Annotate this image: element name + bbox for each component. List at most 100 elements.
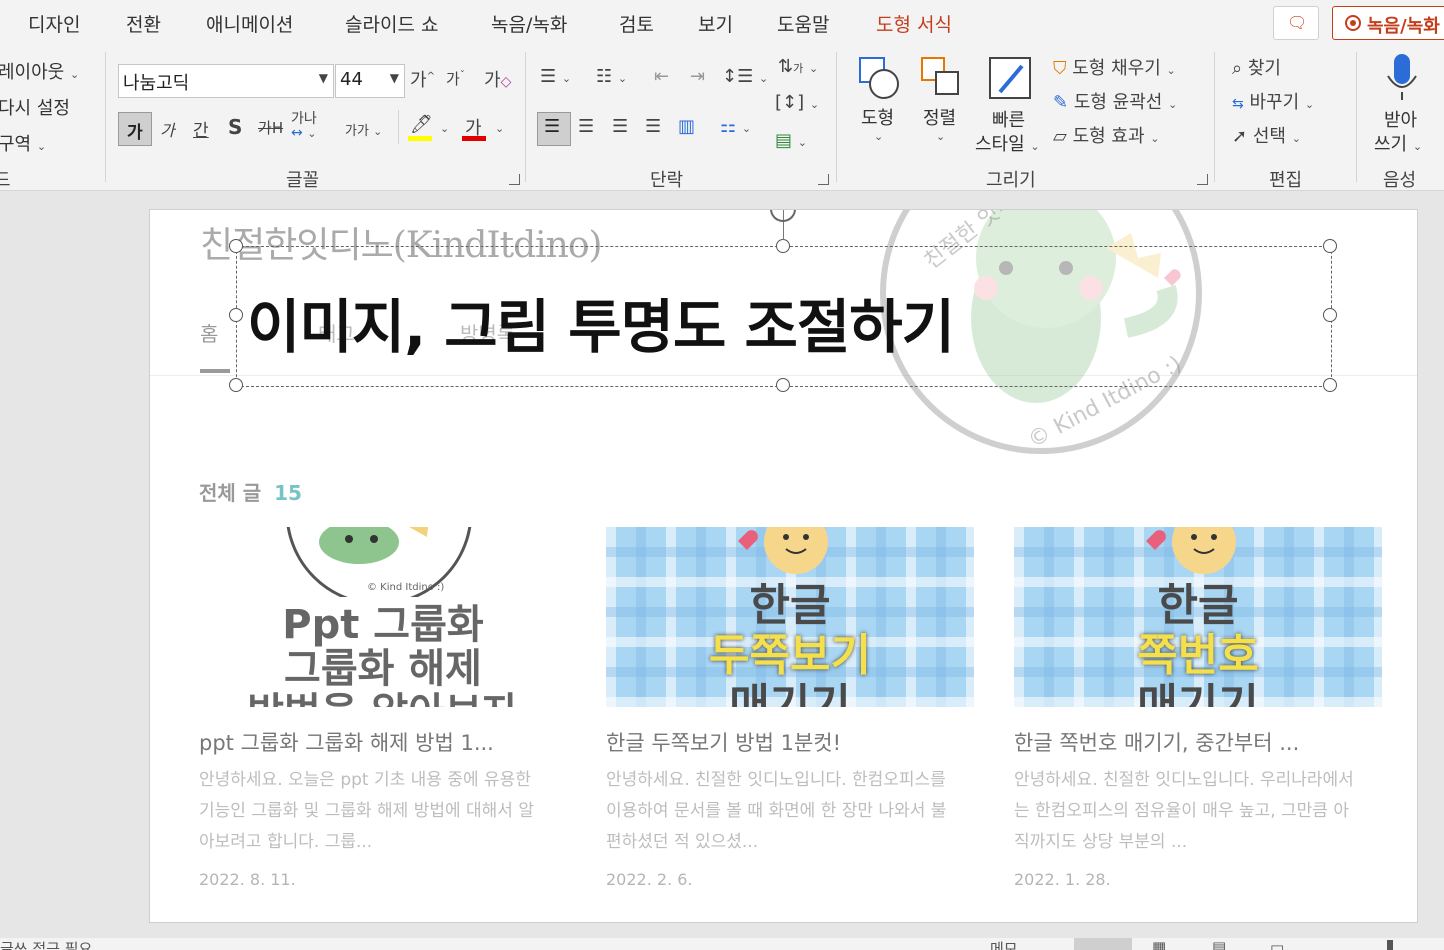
tab-slideshow[interactable]: 슬라이드 쇼 bbox=[345, 10, 438, 37]
font-size-combo[interactable]: 44 ▼ bbox=[335, 64, 405, 98]
numbering-button[interactable]: ☷ ⌄ bbox=[596, 66, 627, 87]
layout-button[interactable]: 레이아웃 ⌄ bbox=[0, 58, 79, 84]
notes-button[interactable]: 메모 bbox=[990, 938, 1018, 950]
thumbnail-caption: 한글 쪽번호 매기기 bbox=[1014, 580, 1382, 708]
reset-button[interactable]: 다시 설정 bbox=[0, 94, 70, 120]
slideshow-view-icon[interactable]: ▭ bbox=[1270, 938, 1284, 950]
section-button[interactable]: 구역 ⌄ bbox=[0, 130, 46, 156]
strikethrough-button[interactable]: 가H bbox=[258, 117, 283, 138]
post-thumbnail[interactable]: 한글 쪽번호 매기기 bbox=[1014, 527, 1382, 707]
dictate-label-2: 쓰기 ⌄ bbox=[1374, 134, 1423, 155]
bold-button[interactable]: 가 bbox=[118, 112, 152, 146]
normal-view-button[interactable] bbox=[1074, 938, 1132, 950]
highlight-color-button[interactable]: 🖊 bbox=[408, 114, 434, 142]
arrange-label: 정렬 bbox=[923, 108, 957, 129]
resize-handle-left[interactable] bbox=[229, 308, 243, 322]
textbox-text[interactable]: 이미지, 그림 투명도 조절하기 bbox=[247, 280, 955, 364]
dialog-launcher-icon[interactable] bbox=[1197, 174, 1208, 185]
tab-recording[interactable]: 녹음/녹화 bbox=[491, 10, 567, 37]
replace-button[interactable]: ⇆ 바꾸기 ⌄ bbox=[1232, 88, 1314, 114]
drawing-group-label: 그리기 bbox=[986, 170, 1036, 191]
distributed-button[interactable]: ▥ bbox=[678, 116, 695, 137]
thumbnail-line: 그룹화 해제 bbox=[284, 646, 482, 692]
decrease-indent-button[interactable]: ⇤ bbox=[654, 66, 669, 87]
voice-group-label: 음성 bbox=[1383, 170, 1417, 191]
record-button[interactable]: 녹음/녹화 bbox=[1332, 6, 1444, 40]
increase-indent-button[interactable]: ⇥ bbox=[690, 66, 705, 87]
line-spacing-button[interactable]: ↕☰ ⌄ bbox=[722, 66, 768, 87]
post-thumbnail[interactable]: © Kind Itdino :) Ppt 그룹화 그룹화 해제 방법을 알아보자 bbox=[199, 527, 567, 707]
resize-handle-top-right[interactable] bbox=[1323, 239, 1337, 253]
shapes-button[interactable]: 도형 ⌄ bbox=[852, 54, 904, 154]
resize-handle-top[interactable] bbox=[776, 239, 790, 253]
zoom-slider-thumb[interactable] bbox=[1387, 940, 1393, 950]
text-direction-button[interactable]: ⇅가 ⌄ bbox=[778, 56, 818, 77]
reading-view-icon[interactable]: ▤ bbox=[1212, 938, 1226, 950]
font-size-value: 44 bbox=[340, 69, 363, 90]
align-center-button[interactable]: ☰ bbox=[578, 116, 594, 137]
shadow-button[interactable]: S bbox=[228, 115, 242, 139]
bullets-button[interactable]: ☰ ⌄ bbox=[540, 66, 571, 87]
smartart-button[interactable]: ▤ ⌄ bbox=[775, 130, 807, 151]
tab-review[interactable]: 검토 bbox=[619, 10, 654, 37]
thumbnail-line: 두쪽보기 bbox=[709, 630, 871, 681]
thumbnail-caption: 한글 두쪽보기 매기기 bbox=[606, 581, 974, 708]
grow-font-button[interactable]: 가^ bbox=[410, 66, 435, 92]
tab-help[interactable]: 도움말 bbox=[777, 10, 829, 37]
char-spacing-button[interactable]: 가나 ↔ ⌄ bbox=[291, 112, 317, 141]
post-title[interactable]: ppt 그룹화 그룹화 해제 방법 1... bbox=[199, 727, 549, 757]
post-title[interactable]: 한글 쪽번호 매기기, 중간부터 ... bbox=[1014, 727, 1364, 757]
resize-handle-bottom-left[interactable] bbox=[229, 378, 243, 392]
resize-handle-bottom-right[interactable] bbox=[1323, 378, 1337, 392]
select-button[interactable]: ➚ 선택 ⌄ bbox=[1232, 122, 1301, 148]
shape-effects-button[interactable]: ▱ 도형 효과 ⌄ bbox=[1053, 122, 1160, 148]
justify-button[interactable]: ☰ bbox=[645, 116, 661, 137]
ribbon: 레이아웃 ⌄ 다시 설정 구역 ⌄ 드 나눔고딕 ▼ 44 ▼ 가^ 가ˇ 가◇… bbox=[0, 46, 1444, 191]
post-title[interactable]: 한글 두쪽보기 방법 1분컷! bbox=[606, 727, 956, 757]
microphone-icon bbox=[1387, 54, 1417, 100]
font-name-combo[interactable]: 나눔고딕 ▼ bbox=[118, 64, 334, 98]
resize-handle-bottom[interactable] bbox=[776, 378, 790, 392]
clear-format-button[interactable]: 가◇ bbox=[484, 66, 511, 92]
arrange-button[interactable]: 정렬 ⌄ bbox=[916, 54, 968, 154]
quick-styles-label-1: 빠른 bbox=[992, 110, 1026, 131]
tab-view[interactable]: 보기 bbox=[698, 10, 733, 37]
dictate-button[interactable]: 받아 쓰기 ⌄ bbox=[1372, 52, 1434, 162]
dialog-launcher-icon[interactable] bbox=[509, 174, 520, 185]
italic-button[interactable]: 가 bbox=[160, 117, 175, 141]
thumbnail-badge: © Kind Itdino :) bbox=[367, 582, 445, 593]
chevron-down-icon[interactable]: ⌄ bbox=[495, 122, 504, 135]
rotate-handle-icon[interactable] bbox=[770, 210, 796, 222]
search-icon: ⌕ bbox=[1232, 58, 1243, 79]
find-button[interactable]: ⌕ 찾기 bbox=[1232, 54, 1281, 80]
align-left-button[interactable]: ☰ bbox=[537, 112, 571, 146]
underline-button[interactable]: 간 bbox=[193, 116, 209, 141]
selected-textbox[interactable]: 이미지, 그림 투명도 조절하기 bbox=[236, 246, 1332, 387]
align-right-button[interactable]: ☰ bbox=[612, 116, 628, 137]
dialog-launcher-icon[interactable] bbox=[818, 174, 829, 185]
nav-home[interactable]: 홈 bbox=[200, 318, 218, 347]
shape-outline-button[interactable]: ✎ 도형 윤곽선 ⌄ bbox=[1053, 88, 1177, 114]
tab-transitions[interactable]: 전환 bbox=[126, 10, 161, 37]
chevron-down-icon[interactable]: ⌄ bbox=[440, 122, 449, 135]
slide-sorter-view-icon[interactable]: ▦ bbox=[1152, 938, 1166, 950]
quick-styles-button[interactable]: 빠른 스타일 ⌄ bbox=[975, 54, 1046, 164]
post-thumbnail[interactable]: 한글 두쪽보기 매기기 bbox=[606, 527, 974, 707]
font-color-button[interactable]: 가 bbox=[462, 114, 488, 142]
comments-button[interactable]: 🗨 bbox=[1273, 6, 1319, 40]
columns-button[interactable]: ⚏ ⌄ bbox=[720, 116, 751, 137]
tab-shape-format[interactable]: 도형 서식 bbox=[876, 10, 952, 37]
tab-animations[interactable]: 애니메이션 bbox=[206, 10, 293, 37]
thumbnail-line: 한글 bbox=[1157, 580, 1239, 631]
resize-handle-top-left[interactable] bbox=[229, 239, 243, 253]
shrink-font-button[interactable]: 가ˇ bbox=[446, 68, 465, 89]
tab-design[interactable]: 디자인 bbox=[28, 10, 80, 37]
resize-handle-right[interactable] bbox=[1323, 308, 1337, 322]
shape-fill-button[interactable]: ⛉ 도형 채우기 ⌄ bbox=[1053, 54, 1176, 80]
change-case-button[interactable]: 가가 ⌄ bbox=[345, 120, 382, 139]
accessibility-status[interactable]: 글쓰 접근 필요 bbox=[0, 938, 92, 950]
slides-group-label: 드 bbox=[0, 170, 11, 191]
thumbnail-line: 매기기 bbox=[729, 680, 851, 708]
slide-canvas[interactable]: 친절한잇디노(KindItdino) 홈 태그 방명록 친절한 잇디노 :) ©… bbox=[149, 209, 1418, 923]
align-text-button[interactable]: [↕] ⌄ bbox=[775, 92, 819, 113]
